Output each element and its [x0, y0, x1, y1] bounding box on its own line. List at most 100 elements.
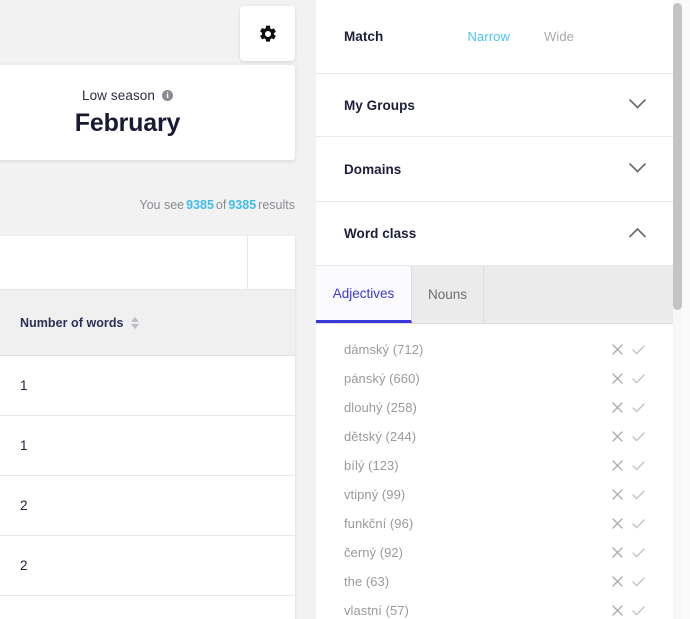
- word-actions: [612, 373, 645, 384]
- list-item[interactable]: černý (92): [316, 538, 674, 567]
- gear-icon: [258, 24, 278, 44]
- check-icon[interactable]: [632, 605, 645, 616]
- table-row[interactable]: [0, 596, 295, 619]
- table-row[interactable]: 1: [0, 416, 295, 476]
- word-actions: [612, 547, 645, 558]
- word-actions: [612, 605, 645, 616]
- info-icon[interactable]: i: [162, 89, 174, 101]
- word-label: vtipný (99): [344, 487, 406, 502]
- results-shown: 9385: [186, 198, 214, 212]
- match-option-wide[interactable]: Wide: [544, 29, 574, 44]
- table-row[interactable]: 1: [0, 356, 295, 416]
- word-class-tabs: Adjectives Nouns: [316, 266, 674, 324]
- app-root: Low season i February You see 9385 of 9385 r…: [0, 0, 690, 619]
- tab-adjectives-label: Adjectives: [332, 285, 395, 301]
- close-x-icon[interactable]: [612, 344, 623, 355]
- word-actions: [612, 518, 645, 529]
- check-icon[interactable]: [632, 373, 645, 384]
- chevron-down-icon[interactable]: [629, 96, 646, 114]
- close-x-icon[interactable]: [612, 460, 623, 471]
- list-item[interactable]: dlouhý (258): [316, 393, 674, 422]
- filter-section-word-class[interactable]: Word class: [316, 202, 674, 266]
- check-icon[interactable]: [632, 518, 645, 529]
- word-actions: [612, 431, 645, 442]
- check-icon[interactable]: [632, 489, 645, 500]
- word-actions: [612, 489, 645, 500]
- filter-title-domains: Domains: [344, 161, 402, 177]
- cell-number-of-words: 2: [20, 558, 28, 573]
- list-item[interactable]: vtipný (99): [316, 480, 674, 509]
- close-x-icon[interactable]: [612, 518, 623, 529]
- filter-title-word-class: Word class: [344, 226, 417, 241]
- results-table: Number of words 1 1 2 2: [0, 236, 295, 619]
- close-x-icon[interactable]: [612, 373, 623, 384]
- season-label-row: Low season i: [81, 87, 174, 103]
- check-icon[interactable]: [632, 460, 645, 471]
- season-month: February: [74, 108, 181, 137]
- settings-button[interactable]: [240, 6, 295, 61]
- match-toggle-group: Narrow Wide: [467, 29, 574, 44]
- left-results-region: Low season i February You see 9385 of 9385 r…: [0, 0, 316, 619]
- more-options-button[interactable]: [247, 236, 295, 290]
- list-item[interactable]: dámský (712): [316, 335, 674, 364]
- filter-section-my-groups[interactable]: My Groups: [316, 74, 674, 137]
- cell-number-of-words: 1: [20, 378, 28, 393]
- column-header-number-of-words[interactable]: Number of words: [20, 316, 124, 330]
- table-row[interactable]: 2: [0, 476, 295, 536]
- filters-panel: Match Narrow Wide My Groups Domains Word…: [316, 0, 690, 619]
- results-middle: of: [215, 198, 227, 212]
- filter-section-match: Match Narrow Wide: [316, 0, 674, 74]
- check-icon[interactable]: [632, 576, 645, 587]
- close-x-icon[interactable]: [612, 402, 623, 413]
- word-actions: [612, 344, 645, 355]
- word-actions: [612, 460, 645, 471]
- close-x-icon[interactable]: [612, 605, 623, 616]
- close-x-icon[interactable]: [612, 489, 623, 500]
- word-label: dámský (712): [344, 342, 424, 357]
- table-toolbar: [0, 236, 295, 290]
- match-option-narrow[interactable]: Narrow: [467, 29, 510, 44]
- word-label: bílý (123): [344, 458, 399, 473]
- word-class-list: dámský (712) pánský (660) dlouhý (258) d…: [316, 324, 674, 619]
- filter-section-domains[interactable]: Domains: [316, 137, 674, 202]
- season-label: Low season: [81, 87, 156, 103]
- word-label: the (63): [344, 574, 390, 589]
- cell-number-of-words: 1: [20, 438, 28, 453]
- results-count: You see 9385 of 9385 results: [139, 198, 295, 212]
- check-icon[interactable]: [632, 431, 645, 442]
- filters-panel-inner: Match Narrow Wide My Groups Domains Word…: [316, 0, 674, 619]
- check-icon[interactable]: [632, 547, 645, 558]
- list-item[interactable]: vlastní (57): [316, 596, 674, 619]
- chevron-down-icon[interactable]: [629, 160, 646, 178]
- season-card: Low season i February: [0, 65, 295, 160]
- list-item[interactable]: pánský (660): [316, 364, 674, 393]
- check-icon[interactable]: [632, 344, 645, 355]
- close-x-icon[interactable]: [612, 547, 623, 558]
- word-label: pánský (660): [344, 371, 420, 386]
- word-label: dětský (244): [344, 429, 417, 444]
- tab-nouns[interactable]: Nouns: [412, 266, 485, 323]
- word-actions: [612, 576, 645, 587]
- word-label: vlastní (57): [344, 603, 409, 618]
- filter-title-match: Match: [344, 29, 384, 44]
- sort-arrows-icon[interactable]: [130, 316, 139, 329]
- vertical-scrollbar-thumb[interactable]: [673, 3, 682, 310]
- results-total: 9385: [228, 198, 257, 212]
- word-label: dlouhý (258): [344, 400, 417, 415]
- results-prefix: You see: [139, 198, 185, 212]
- word-label: černý (92): [344, 545, 404, 560]
- close-x-icon[interactable]: [612, 576, 623, 587]
- close-x-icon[interactable]: [612, 431, 623, 442]
- table-header-row: Number of words: [0, 290, 295, 356]
- word-actions: [612, 402, 645, 413]
- check-icon[interactable]: [632, 402, 645, 413]
- list-item[interactable]: funkční (96): [316, 509, 674, 538]
- list-item[interactable]: dětský (244): [316, 422, 674, 451]
- table-row[interactable]: 2: [0, 536, 295, 596]
- results-suffix: results: [258, 198, 295, 212]
- chevron-up-icon[interactable]: [629, 225, 646, 243]
- list-item[interactable]: the (63): [316, 567, 674, 596]
- tab-adjectives[interactable]: Adjectives: [316, 266, 412, 323]
- tabs-filler: [484, 266, 674, 323]
- list-item[interactable]: bílý (123): [316, 451, 674, 480]
